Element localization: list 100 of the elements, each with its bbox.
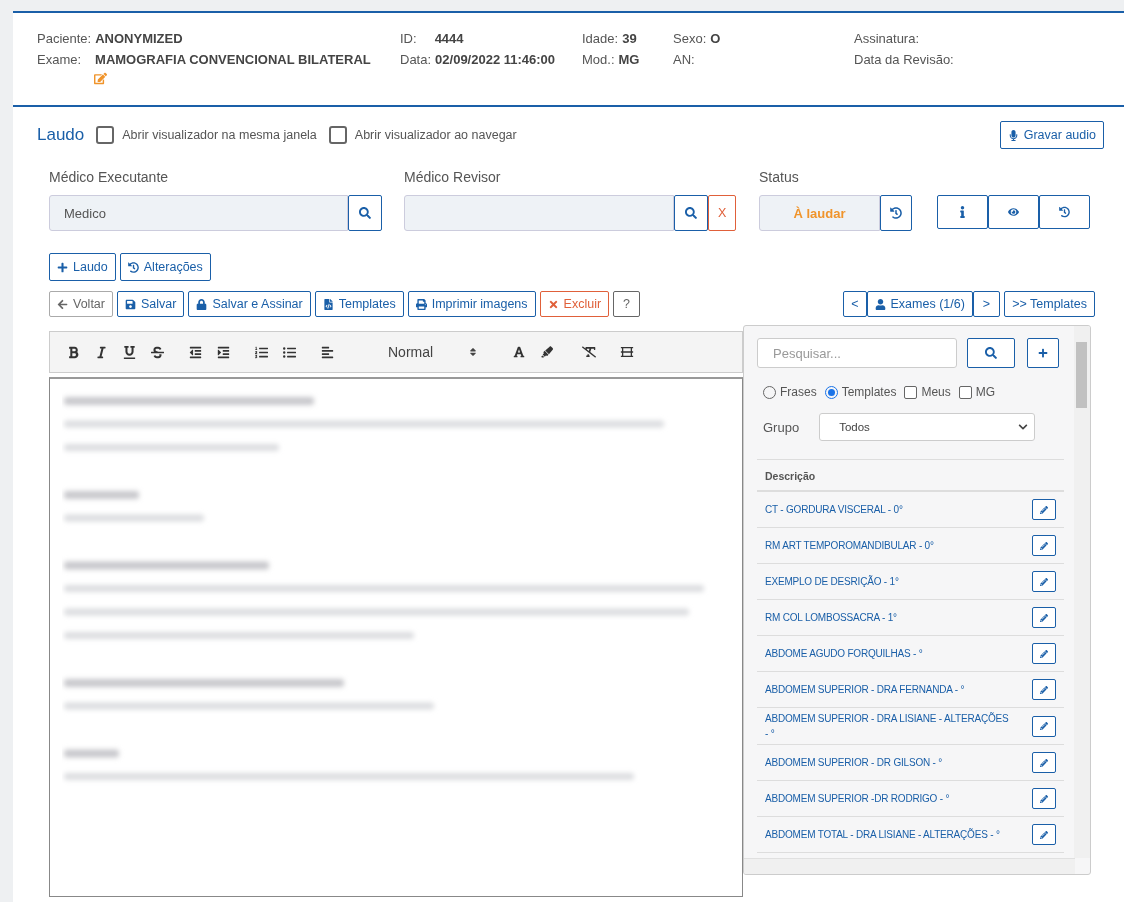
add-button[interactable] xyxy=(1027,338,1059,368)
eye-icon xyxy=(1008,206,1019,218)
search-button[interactable] xyxy=(967,338,1015,368)
field-label: Assinatura: xyxy=(854,31,920,46)
toolbar-button[interactable]: ? xyxy=(613,291,641,317)
printer-icon xyxy=(415,298,427,310)
field-label: AN: xyxy=(673,52,695,67)
clear-format-icon[interactable] xyxy=(582,345,596,359)
template-link[interactable]: ABDOMEM TOTAL - DRA LISIANE - ALTERAÇÕES - ° xyxy=(765,827,1011,842)
template-link[interactable]: RM ART TEMPOROMANDIBULAR - 0° xyxy=(765,538,1011,553)
checkbox[interactable] xyxy=(328,126,347,144)
next-button[interactable]: > xyxy=(972,291,1001,317)
previous-button[interactable]: < xyxy=(843,291,867,317)
info-button[interactable] xyxy=(937,195,988,229)
templates-button[interactable]: >> Templates xyxy=(1004,291,1095,317)
edit-button[interactable] xyxy=(1032,679,1056,700)
field-label: ID: xyxy=(400,31,417,46)
pencil-icon xyxy=(1040,794,1048,803)
font-color-icon[interactable] xyxy=(512,345,526,359)
edit-button[interactable] xyxy=(1032,824,1056,845)
edit-button[interactable] xyxy=(1032,715,1056,737)
horizontal-rule-icon[interactable] xyxy=(620,345,634,359)
edit-button[interactable] xyxy=(1032,752,1056,773)
template-link[interactable]: RM COL LOMBOSSACRA - 1° xyxy=(765,610,1011,625)
italic-icon[interactable] xyxy=(94,345,108,359)
save-icon xyxy=(124,298,136,310)
edit-button[interactable] xyxy=(1032,643,1056,664)
search-icon xyxy=(985,347,997,359)
option-label: MG xyxy=(975,385,996,399)
bullet-list-icon[interactable] xyxy=(282,345,296,359)
checkbox-label: Abrir visualizador na mesma janela xyxy=(122,128,317,142)
option-label: Frases xyxy=(780,385,817,399)
toolbar-button[interactable]: Imprimir imagens xyxy=(407,291,536,317)
pencil-icon xyxy=(1040,685,1048,694)
field-label: Data da Revisão: xyxy=(854,52,954,67)
microphone-icon xyxy=(1007,129,1019,141)
sort-arrows-icon xyxy=(468,347,478,357)
field-label: Paciente: xyxy=(37,31,92,46)
bold-icon[interactable] xyxy=(66,345,80,359)
template-link[interactable]: CT - GORDURA VISCERAL - 0° xyxy=(765,502,1011,517)
doctor-field[interactable]: Medico xyxy=(49,195,348,231)
format-select[interactable]: Normal xyxy=(388,344,478,360)
field-label: Idade: xyxy=(582,31,619,46)
info-icon xyxy=(957,206,968,218)
toolbar-button[interactable]: Excluir xyxy=(539,291,610,317)
toolbar-button[interactable]: Salvar xyxy=(116,291,185,317)
history-button[interactable] xyxy=(880,195,912,231)
checkbox-label: Abrir visualizador ao navegar xyxy=(354,128,517,142)
pencil-icon xyxy=(1040,577,1048,586)
reviewer-field[interactable] xyxy=(404,195,674,231)
search-icon xyxy=(359,207,371,219)
add-button[interactable]: Laudo xyxy=(49,253,116,281)
indent-icon[interactable] xyxy=(216,345,230,359)
underline-icon[interactable] xyxy=(122,345,136,359)
numbered-list-icon[interactable] xyxy=(254,345,268,359)
checkbox[interactable] xyxy=(904,385,918,399)
horizontal-scrollbar[interactable] xyxy=(744,858,1075,874)
template-link[interactable]: ABDOMEM SUPERIOR - DRA FERNANDA - ° xyxy=(765,682,1011,697)
pencil-icon xyxy=(1040,649,1048,658)
edit-button[interactable] xyxy=(1032,607,1056,628)
checkbox[interactable] xyxy=(96,126,115,144)
field-value: ANONYMIZED xyxy=(95,31,183,46)
group-select[interactable]: Todos xyxy=(819,413,1036,441)
pencil-icon xyxy=(1040,758,1048,767)
chevron-down-icon xyxy=(1018,422,1029,432)
field-label: Status xyxy=(759,169,800,185)
pencil-icon xyxy=(1040,722,1048,730)
plus-icon xyxy=(1038,348,1048,358)
search-button[interactable] xyxy=(674,195,708,231)
section-title: Laudo xyxy=(37,125,85,145)
toolbar-button[interactable]: Salvar e Assinar xyxy=(188,291,311,317)
template-link[interactable]: EXEMPLO DE DESRIÇÃO - 1° xyxy=(765,574,1011,589)
field-value: 02/09/2022 11:46:00 xyxy=(435,52,556,67)
history-button[interactable] xyxy=(1039,195,1090,229)
search-icon xyxy=(685,207,697,219)
eye-button[interactable] xyxy=(988,195,1039,229)
add-button[interactable]: Alterações xyxy=(119,253,211,281)
plus-icon xyxy=(57,261,68,273)
exams-button[interactable]: Exames (1/6) xyxy=(866,291,973,317)
template-link[interactable]: ABDOME AGUDO FORQUILHAS - ° xyxy=(765,646,1011,661)
vertical-scrollbar[interactable] xyxy=(1074,326,1090,858)
edit-button[interactable] xyxy=(1032,788,1056,809)
edit-button[interactable] xyxy=(1032,535,1056,556)
search-button[interactable] xyxy=(348,195,382,231)
record-audio-button[interactable]: Gravar audio xyxy=(999,121,1104,149)
option-label: Templates xyxy=(841,385,897,399)
template-link[interactable]: ABDOMEM SUPERIOR - DR GILSON - ° xyxy=(765,755,1011,770)
clear-button[interactable]: X xyxy=(708,195,737,231)
edit-button[interactable] xyxy=(1032,499,1056,520)
checkbox[interactable] xyxy=(958,385,972,399)
template-link[interactable]: ABDOMEM SUPERIOR -DR RODRIGO - ° xyxy=(765,791,1011,806)
strikethrough-icon[interactable] xyxy=(150,345,164,359)
align-left-icon[interactable] xyxy=(320,345,334,359)
edit-button[interactable] xyxy=(1032,571,1056,592)
toolbar-button[interactable]: Templates xyxy=(314,291,404,317)
field-label: Médico Executante xyxy=(49,169,170,185)
highlighter-icon[interactable] xyxy=(540,345,554,359)
toolbar-button[interactable]: Voltar xyxy=(49,291,113,317)
template-link[interactable]: ABDOMEM SUPERIOR - DRA LISIANE - ALTERAÇÕES - ° xyxy=(765,711,1011,741)
outdent-icon[interactable] xyxy=(188,345,202,359)
